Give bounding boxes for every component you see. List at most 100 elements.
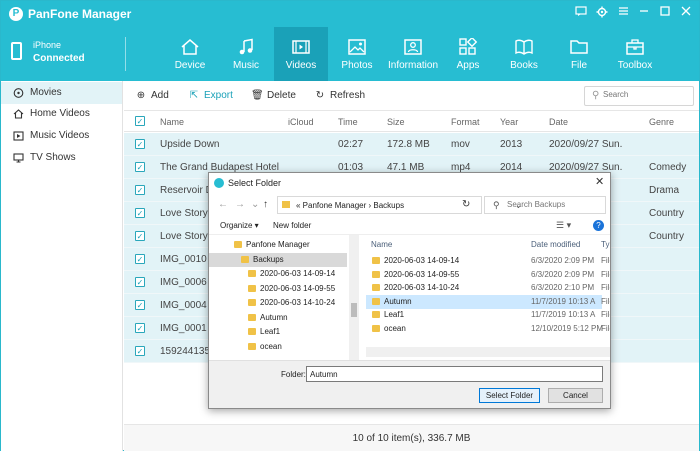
- tab-label: Device: [174, 60, 206, 71]
- select-all-checkbox[interactable]: ✓: [135, 116, 145, 126]
- dialog-command-bar: Organize ▾ New folder ☰ ▾ ?: [209, 217, 610, 235]
- close-icon[interactable]: [679, 6, 693, 20]
- folder-icon: [248, 270, 256, 277]
- up-arrow-icon[interactable]: ↑: [263, 199, 268, 210]
- file-row[interactable]: 2020-06-03 14-09-14 6/3/2020 2:09 PM File: [366, 254, 610, 268]
- panfone-logo-icon: P: [9, 7, 23, 21]
- row-checkbox[interactable]: ✓: [135, 300, 145, 310]
- tab-videos[interactable]: Videos: [274, 27, 328, 81]
- organize-button[interactable]: Organize ▾: [220, 221, 259, 230]
- tab-apps[interactable]: Apps: [441, 27, 495, 81]
- tree-item-label: Leaf1: [260, 327, 281, 336]
- feedback-icon[interactable]: [574, 6, 588, 20]
- contact-card-icon: [404, 39, 422, 55]
- refresh-button[interactable]: ↻ Refresh: [314, 90, 365, 101]
- tree-item[interactable]: ocean: [209, 340, 347, 354]
- tv-icon: [13, 153, 24, 163]
- row-checkbox[interactable]: ✓: [135, 208, 145, 218]
- file-column-type[interactable]: Ty: [601, 240, 609, 249]
- maximize-icon[interactable]: [658, 6, 672, 20]
- column-header-format[interactable]: Format: [451, 117, 480, 127]
- dialog-search-box[interactable]: ⚲: [484, 196, 606, 214]
- row-checkbox[interactable]: ✓: [135, 231, 145, 241]
- row-checkbox[interactable]: ✓: [135, 254, 145, 264]
- tab-device[interactable]: Device: [163, 27, 217, 81]
- file-row[interactable]: 2020-06-03 14-09-55 6/3/2020 2:09 PM File: [366, 268, 610, 282]
- folder-icon: [570, 40, 588, 54]
- device-status: Connected: [33, 53, 85, 64]
- file-row[interactable]: Leaf1 11/7/2019 10:13 A File: [366, 308, 610, 322]
- row-checkbox[interactable]: ✓: [135, 323, 145, 333]
- column-header-name[interactable]: Name: [160, 117, 184, 127]
- tree-item[interactable]: Leaf1: [209, 325, 347, 339]
- tree-item[interactable]: 2020-06-03 14-09-55: [209, 282, 347, 296]
- column-header-time[interactable]: Time: [338, 117, 358, 127]
- select-folder-button[interactable]: Select Folder: [479, 388, 540, 403]
- tab-books[interactable]: Books: [497, 27, 551, 81]
- sidebar-item-music-videos[interactable]: Music Videos: [1, 125, 122, 147]
- search-box[interactable]: ⚲: [584, 86, 694, 106]
- column-header-size[interactable]: Size: [387, 117, 405, 127]
- export-button[interactable]: ⇱ Export: [188, 90, 233, 101]
- column-header-date[interactable]: Date: [549, 117, 568, 127]
- tab-file[interactable]: File: [552, 27, 606, 81]
- row-checkbox[interactable]: ✓: [135, 185, 145, 195]
- sidebar-item-home-videos[interactable]: Home Videos: [1, 103, 122, 125]
- column-header-icloud[interactable]: iCloud: [288, 117, 314, 127]
- search-icon: ⚲: [592, 90, 600, 101]
- tree-scrollbar[interactable]: [349, 235, 359, 360]
- dialog-search-input[interactable]: [507, 200, 602, 209]
- table-row[interactable]: ✓ Upside Down 02:27 172.8 MB mov 2013 2020/09/…: [124, 133, 699, 156]
- row-checkbox[interactable]: ✓: [135, 162, 145, 172]
- tree-item[interactable]: Backups: [209, 252, 347, 267]
- help-icon[interactable]: ?: [593, 220, 604, 231]
- file-horizontal-scrollbar[interactable]: [366, 347, 610, 357]
- file-column-date[interactable]: Date modified: [531, 240, 580, 249]
- tab-toolbox[interactable]: Toolbox: [608, 27, 662, 81]
- file-date: 11/7/2019 10:13 A: [531, 296, 596, 306]
- minimize-icon[interactable]: [637, 6, 651, 20]
- delete-button[interactable]: 🗑 Delete: [251, 90, 296, 101]
- view-options-icon[interactable]: ☰ ▾: [556, 220, 571, 231]
- folder-name-input[interactable]: [306, 366, 603, 382]
- row-checkbox[interactable]: ✓: [135, 346, 145, 356]
- file-row[interactable]: 2020-06-03 14-10-24 6/3/2020 2:10 PM File: [366, 281, 610, 295]
- back-arrow-icon[interactable]: ←: [218, 199, 228, 210]
- column-header-year[interactable]: Year: [500, 117, 518, 127]
- row-checkbox[interactable]: ✓: [135, 277, 145, 287]
- forward-arrow-icon[interactable]: →: [235, 199, 245, 210]
- folder-tree: Panfone Manager Backups 2020-06-03 14-09-1…: [209, 235, 359, 360]
- tree-item[interactable]: Panfone Manager: [209, 238, 347, 252]
- column-header-genre[interactable]: Genre: [649, 117, 674, 127]
- row-checkbox[interactable]: ✓: [135, 139, 145, 149]
- add-button[interactable]: ⊕ Add: [135, 90, 169, 101]
- tree-item[interactable]: Autumn: [209, 311, 347, 325]
- refresh-icon[interactable]: ↻: [462, 199, 479, 210]
- sidebar-item-movies[interactable]: Movies: [1, 82, 122, 104]
- dialog-close-icon[interactable]: ✕: [595, 175, 604, 188]
- address-bar[interactable]: « Panfone Manager › Backups ⌄: [277, 196, 522, 214]
- file-column-name[interactable]: Name: [371, 240, 392, 249]
- file-row[interactable]: Autumn 11/7/2019 10:13 A File: [366, 294, 610, 309]
- sidebar-item-tv-shows[interactable]: TV Shows: [1, 147, 122, 169]
- tab-photos[interactable]: Photos: [330, 27, 384, 81]
- tab-music[interactable]: Music: [219, 27, 273, 81]
- tab-label: Toolbox: [617, 60, 653, 71]
- menu-icon[interactable]: [616, 6, 630, 20]
- file-name: 2020-06-03 14-10-24: [384, 283, 460, 292]
- new-folder-button[interactable]: New folder: [273, 221, 311, 230]
- recent-chevron-icon[interactable]: ⌄: [251, 199, 259, 210]
- file-type: File: [601, 323, 610, 333]
- folder-icon: [248, 299, 256, 306]
- tab-label: Photos: [341, 60, 373, 71]
- search-input[interactable]: [603, 90, 689, 99]
- tree-item[interactable]: 2020-06-03 14-09-14: [209, 267, 347, 281]
- select-folder-dialog: Select Folder ✕ ← → ⌄ ↑ « Panfone Manage…: [208, 172, 611, 409]
- tree-scrollbar-thumb[interactable]: [351, 303, 357, 317]
- gear-icon[interactable]: [595, 6, 609, 20]
- tab-information[interactable]: Information: [385, 27, 441, 81]
- device-panel[interactable]: iPhone Connected: [11, 33, 121, 75]
- tree-item[interactable]: 2020-06-03 14-10-24: [209, 296, 347, 310]
- cancel-button[interactable]: Cancel: [548, 388, 603, 403]
- file-row[interactable]: ocean 12/10/2019 5:12 PMFile: [366, 322, 610, 336]
